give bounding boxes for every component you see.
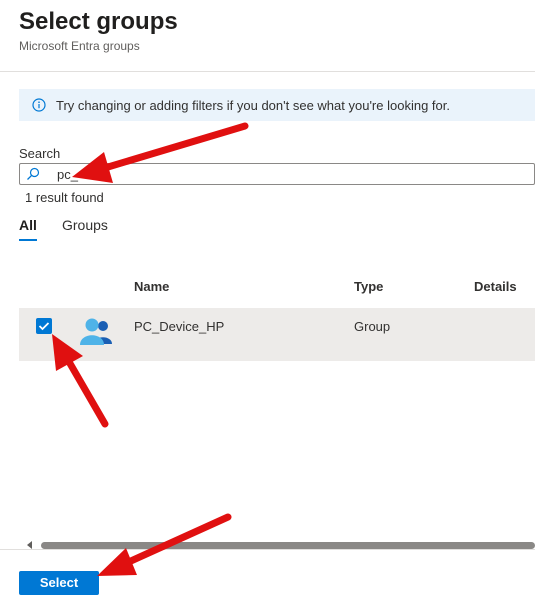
search-input[interactable]: pc_ — [19, 163, 535, 185]
scroll-left-arrow-icon[interactable] — [27, 541, 32, 549]
tab-selected-indicator — [19, 239, 37, 241]
info-bar-text: Try changing or adding filters if you do… — [56, 98, 450, 113]
search-icon — [27, 167, 40, 180]
group-icon — [80, 318, 112, 345]
checkmark-icon — [38, 322, 50, 331]
tab-groups[interactable]: Groups — [62, 217, 108, 233]
info-bar: Try changing or adding filters if you do… — [19, 89, 535, 121]
column-header-details[interactable]: Details — [474, 279, 517, 294]
result-count: 1 result found — [25, 190, 104, 205]
blade-subtitle: Microsoft Entra groups — [19, 39, 140, 53]
info-icon — [32, 98, 46, 112]
search-label: Search — [19, 146, 61, 161]
select-button[interactable]: Select — [19, 571, 99, 595]
header-divider — [0, 71, 535, 72]
column-header-type[interactable]: Type — [354, 279, 383, 294]
row-checkbox[interactable] — [36, 318, 52, 334]
tab-all[interactable]: All — [19, 217, 37, 233]
footer-divider — [0, 549, 535, 550]
table-row[interactable]: PC_Device_HP Group — [19, 308, 535, 361]
scrollbar-thumb[interactable] — [41, 542, 535, 549]
search-value: pc_ — [57, 167, 78, 182]
blade-title: Select groups — [19, 8, 178, 35]
cell-name: PC_Device_HP — [134, 319, 225, 334]
cell-type: Group — [354, 319, 391, 334]
column-header-name[interactable]: Name — [134, 279, 169, 294]
